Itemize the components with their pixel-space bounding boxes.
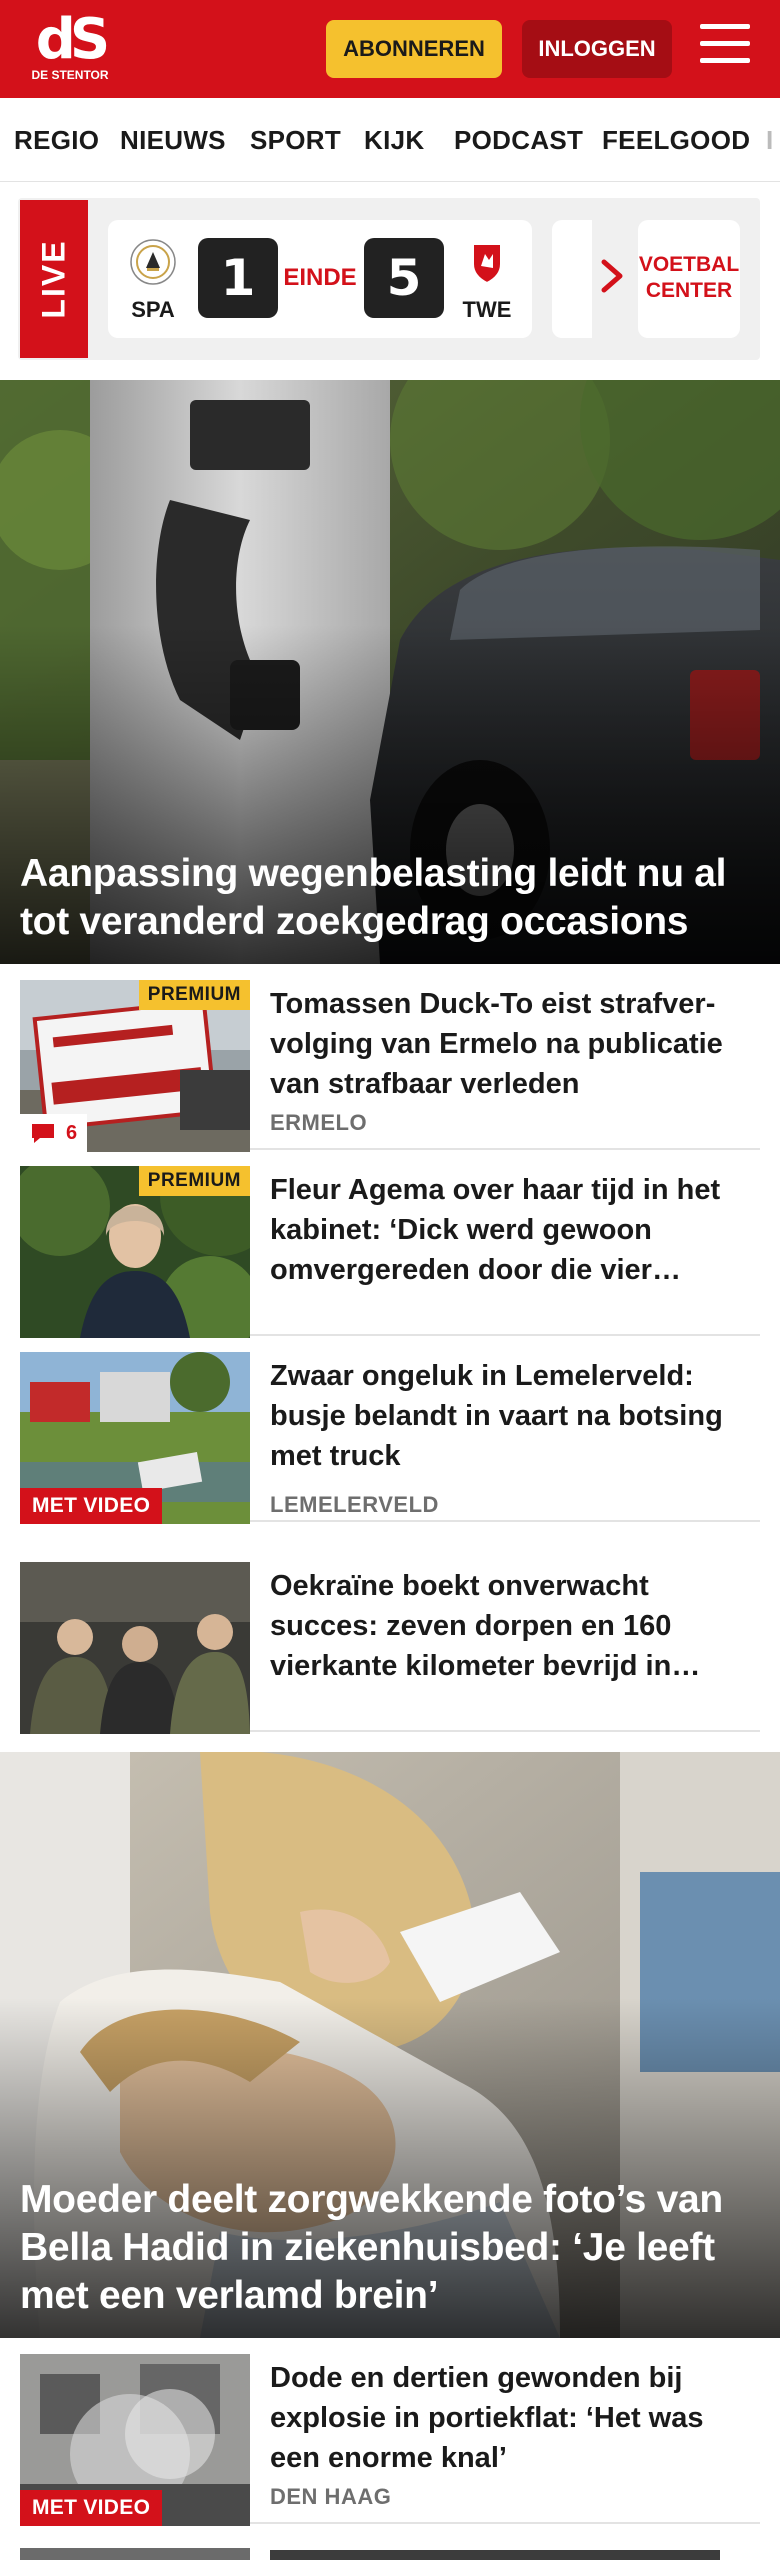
site-logo[interactable]: dS DE STENTOR	[30, 12, 110, 88]
next-article-headline-partial	[270, 2550, 720, 2560]
premium-badge: PREMIUM	[138, 980, 250, 1010]
article-headline: Fleur Agema over haar tijd in het kabine…	[270, 1174, 721, 1286]
article-headline: Tomassen Duck-To eist strafver­volging v…	[270, 988, 723, 1100]
article-location: ERMELO	[270, 1110, 368, 1135]
nav-item-feelgood[interactable]: FEELGOOD	[602, 98, 750, 181]
next-article-thumbnail-partial	[20, 2548, 250, 2560]
twente-crest-icon	[472, 243, 502, 285]
home-score: 1	[198, 238, 278, 318]
voetbal-center-link[interactable]: VOETBAL CENTER	[638, 220, 740, 338]
spakenburg-crest-icon	[130, 239, 176, 285]
voetbal-center-label: VOETBAL CENTER	[638, 253, 740, 302]
article-thumbnail	[20, 1562, 250, 1734]
category-nav: REGIO NIEUWS SPORT KIJK PODCAST FEELGOOD…	[0, 98, 780, 182]
next-match-card[interactable]	[552, 220, 592, 338]
nav-item-regio[interactable]: REGIO	[14, 98, 99, 181]
site-header: dS DE STENTOR ABONNEREN INLOGGEN	[0, 0, 780, 98]
hero-article-1[interactable]: Aanpassing wegenbelasting leidt nu al to…	[0, 380, 780, 964]
article-headline: Dode en dertien gewonden bij explosie in…	[270, 2362, 704, 2474]
article-item[interactable]: PREMIUM Fleur Agema over haar tijd in he…	[20, 1150, 760, 1338]
comment-count-value: 6	[66, 1121, 78, 1144]
video-badge: MET VIDEO	[20, 2490, 163, 2526]
chevron-right-icon[interactable]	[592, 256, 632, 296]
nav-item-sport[interactable]: SPORT	[250, 98, 341, 181]
nav-item-nieuws[interactable]: NIEUWS	[120, 98, 226, 181]
home-team: SPA	[122, 238, 184, 323]
hamburger-menu-icon[interactable]	[700, 24, 752, 72]
home-team-abbr: SPA	[131, 297, 175, 322]
article-item[interactable]: MET VIDEO Zwaar ongeluk in Lemelerveld: …	[20, 1336, 760, 1524]
live-tag: LIVE	[20, 200, 88, 358]
logo-subtitle: DE STENTOR	[31, 68, 109, 82]
login-button[interactable]: INLOGGEN	[522, 20, 672, 78]
match-card[interactable]: SPA 1 EINDE 5 TWE	[108, 220, 532, 338]
match-status: EINDE	[283, 264, 357, 291]
article-headline: Oekraïne boekt onverwacht succes: zeven …	[270, 1570, 701, 1682]
hero-headline: Moeder deelt zorgwekkende foto’s van Bel…	[20, 2178, 723, 2317]
article-location: DEN HAAG	[270, 2484, 392, 2509]
away-score: 5	[364, 238, 444, 318]
hero-headline: Aanpassing wegenbelasting leidt nu al to…	[20, 852, 727, 943]
thumbnail-image-soldiers	[20, 1562, 250, 1734]
nav-item-kijk[interactable]: KIJK	[364, 98, 424, 181]
away-team-abbr: TWE	[462, 297, 512, 322]
article-location: LEMELERVELD	[270, 1492, 439, 1517]
nav-item-more[interactable]: I	[766, 98, 774, 181]
article-item[interactable]: PREMIUM 6 Tomassen Duck-To eist strafver…	[20, 964, 760, 1152]
article-thumbnail: MET VIDEO	[20, 1352, 250, 1524]
away-team: TWE	[456, 238, 518, 323]
live-score-widget: LIVE SPA 1 EINDE 5 TWE VOETBAL CENTER	[18, 198, 760, 360]
nav-item-podcast[interactable]: PODCAST	[454, 98, 583, 181]
comment-icon	[32, 1124, 54, 1143]
subscribe-button[interactable]: ABONNEREN	[326, 20, 502, 78]
logo-mark: dS	[35, 7, 110, 72]
article-item[interactable]: MET VIDEO Dode en dertien gewonden bij e…	[20, 2338, 760, 2526]
article-thumbnail: PREMIUM 6	[20, 980, 250, 1152]
article-headline: Zwaar ongeluk in Lemelerveld: busje bela…	[270, 1360, 723, 1472]
video-badge: MET VIDEO	[20, 1488, 163, 1524]
article-item[interactable]: Oekraïne boekt onverwacht succes: zeven …	[20, 1546, 760, 1734]
article-thumbnail: PREMIUM	[20, 1166, 250, 1338]
hero-article-2[interactable]: Moeder deelt zorgwekkende foto’s van Bel…	[0, 1752, 780, 2338]
premium-badge: PREMIUM	[138, 1166, 250, 1196]
comment-count[interactable]: 6	[20, 1114, 88, 1152]
live-label: LIVE	[35, 239, 72, 319]
article-thumbnail: MET VIDEO	[20, 2354, 250, 2526]
